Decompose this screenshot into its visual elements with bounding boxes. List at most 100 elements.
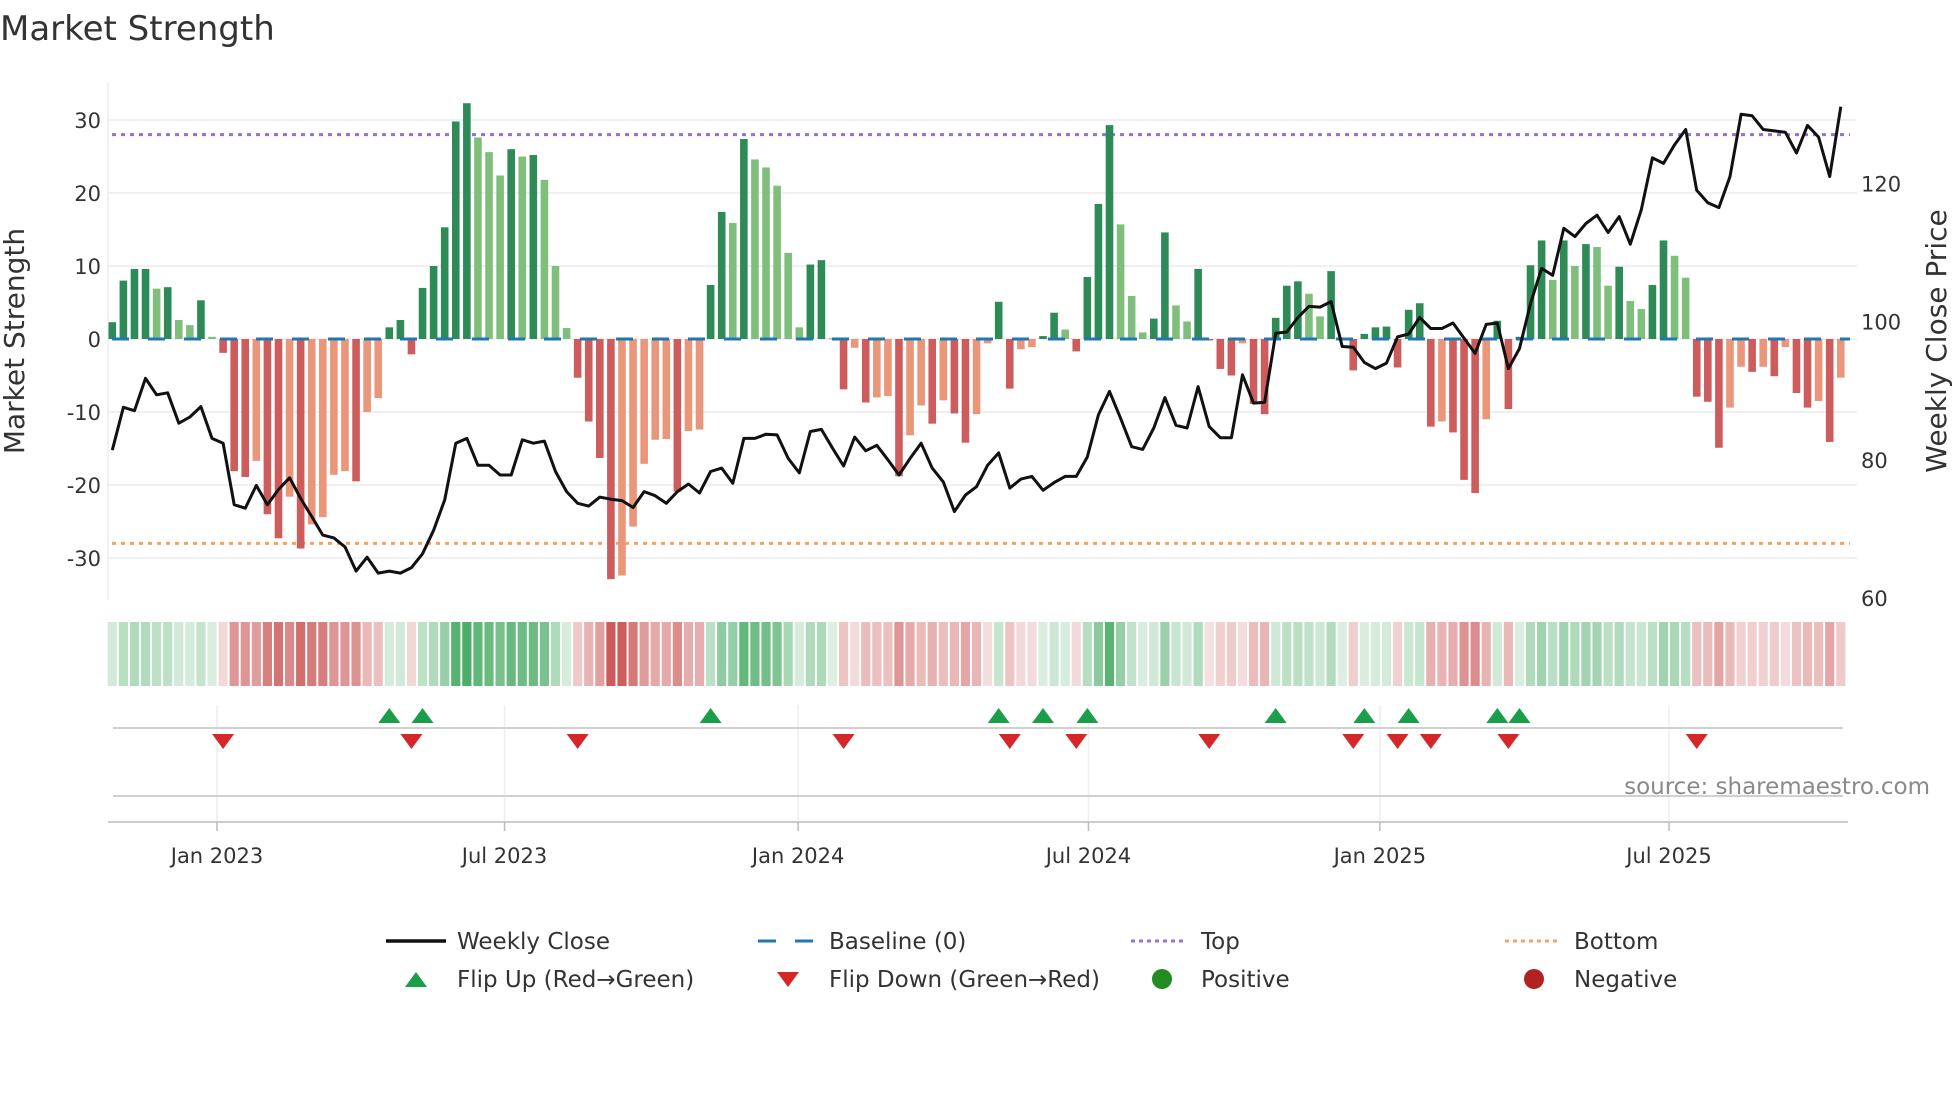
strength-bar xyxy=(573,339,582,378)
flip-down-marker xyxy=(1497,734,1520,749)
strength-bar xyxy=(873,339,881,398)
legend-item-top[interactable]: Top xyxy=(1131,929,1240,955)
strength-bar xyxy=(795,327,804,339)
flip-down-marker xyxy=(1685,734,1708,749)
heat-cell xyxy=(927,622,937,686)
strength-bar xyxy=(740,138,748,339)
strength-bar xyxy=(1227,339,1236,376)
strength-bar xyxy=(1737,339,1745,367)
heat-cell xyxy=(1470,622,1480,686)
heat-cell xyxy=(661,622,671,686)
heat-cell xyxy=(1592,622,1602,686)
strength-bar xyxy=(1050,312,1058,339)
flip-up-marker xyxy=(1353,708,1376,723)
strength-bar xyxy=(695,339,704,430)
strength-bar xyxy=(584,339,593,422)
legend-item-negative[interactable]: Negative xyxy=(1524,967,1677,993)
strength-bar xyxy=(407,339,416,355)
heat-cell xyxy=(1182,622,1192,686)
heat-cell xyxy=(462,622,472,686)
y2-tick-label: 60 xyxy=(1861,587,1888,611)
legend-item-flip-up[interactable]: Flip Up (Red→Green) xyxy=(405,967,694,993)
strength-bar xyxy=(1127,295,1136,339)
strength-bar xyxy=(174,320,183,339)
strength-bar xyxy=(1116,224,1125,339)
heat-cell xyxy=(883,622,893,686)
x-axis-ticks: Jan 2023 Jul 2023 Jan 2024 Jul 2024 Jan 2025… xyxy=(169,822,1712,868)
strength-bar xyxy=(1692,339,1701,397)
heat-cell xyxy=(1271,622,1281,686)
flip-up-marker xyxy=(378,708,401,723)
strength-heat-strip xyxy=(107,622,1846,686)
flip-up-marker xyxy=(1486,708,1509,723)
strength-bar xyxy=(1161,232,1169,339)
heat-cell xyxy=(584,622,594,686)
strength-bar xyxy=(994,301,1003,339)
strength-bar xyxy=(1681,277,1690,339)
source-annotation: source: sharemaestro.com xyxy=(1624,774,1930,800)
y-tick-label: 20 xyxy=(74,182,101,206)
y-tick-label: 0 xyxy=(88,328,101,352)
heat-cell xyxy=(1160,622,1170,686)
heat-cell xyxy=(905,622,915,686)
heat-cell xyxy=(1437,622,1447,686)
strength-bar xyxy=(1183,321,1191,339)
strength-bar xyxy=(917,339,925,406)
strength-bar xyxy=(806,264,815,339)
heat-cell xyxy=(1459,622,1469,686)
heat-cell xyxy=(1703,622,1713,686)
y2-tick-label: 120 xyxy=(1861,172,1901,196)
heat-cell xyxy=(595,622,605,686)
heat-cell xyxy=(1127,622,1137,686)
market-strength-chart: Market Strength 3020100-10-20-30 1201008… xyxy=(0,9,1953,993)
strength-bar xyxy=(1559,240,1568,339)
heat-cell xyxy=(440,622,450,686)
heat-cell xyxy=(1669,622,1680,686)
heat-cell xyxy=(728,622,738,686)
strength-bar xyxy=(1471,339,1479,494)
legend-item-flip-down[interactable]: Flip Down (Green→Red) xyxy=(777,967,1100,993)
strength-bar xyxy=(352,339,360,482)
heat-cell xyxy=(1104,622,1115,686)
heat-cell xyxy=(163,622,173,686)
legend-item-baseline[interactable]: Baseline (0) xyxy=(758,929,966,955)
strength-bar xyxy=(651,339,660,440)
heat-cell xyxy=(484,622,494,686)
flip-up-marker xyxy=(1508,708,1531,723)
strength-bar xyxy=(507,149,515,339)
y2-tick-label: 100 xyxy=(1861,311,1901,335)
heat-cell xyxy=(185,622,195,686)
heat-cell xyxy=(761,622,771,686)
strength-bar xyxy=(263,339,272,515)
strength-bar xyxy=(529,155,538,339)
heat-cell xyxy=(1681,622,1691,686)
green-dot-icon xyxy=(1152,969,1172,989)
legend-item-bottom[interactable]: Bottom xyxy=(1505,929,1658,955)
strength-bar xyxy=(518,156,527,339)
heat-cell xyxy=(916,622,926,686)
x-tick-label: Jul 2023 xyxy=(460,844,547,868)
strength-bar xyxy=(1194,268,1202,339)
heat-cell xyxy=(1769,622,1779,686)
heat-cell xyxy=(1282,622,1292,686)
strength-bar xyxy=(108,322,117,339)
strength-bar xyxy=(1138,332,1147,339)
strength-bar xyxy=(1759,339,1768,367)
left-axis-title: Market Strength xyxy=(0,228,31,454)
heat-cell xyxy=(1226,622,1236,686)
legend-item-positive[interactable]: Positive xyxy=(1152,967,1290,993)
heat-cell xyxy=(373,622,383,686)
strength-bar xyxy=(1105,125,1114,339)
strength-bar xyxy=(1017,339,1025,350)
strength-bar xyxy=(307,339,316,525)
flip-down-marker xyxy=(998,734,1021,749)
strength-bar xyxy=(1670,255,1679,339)
heat-cell xyxy=(971,622,982,686)
legend-label: Top xyxy=(1200,929,1240,955)
legend-item-weekly-close[interactable]: Weekly Close xyxy=(386,929,610,955)
strength-bar xyxy=(1637,309,1646,339)
right-axis-ticks: 120 100 80 60 xyxy=(1861,172,1901,611)
strength-bar xyxy=(1593,247,1601,339)
flip-up-marker xyxy=(1397,708,1420,723)
heat-cell xyxy=(1747,622,1757,686)
